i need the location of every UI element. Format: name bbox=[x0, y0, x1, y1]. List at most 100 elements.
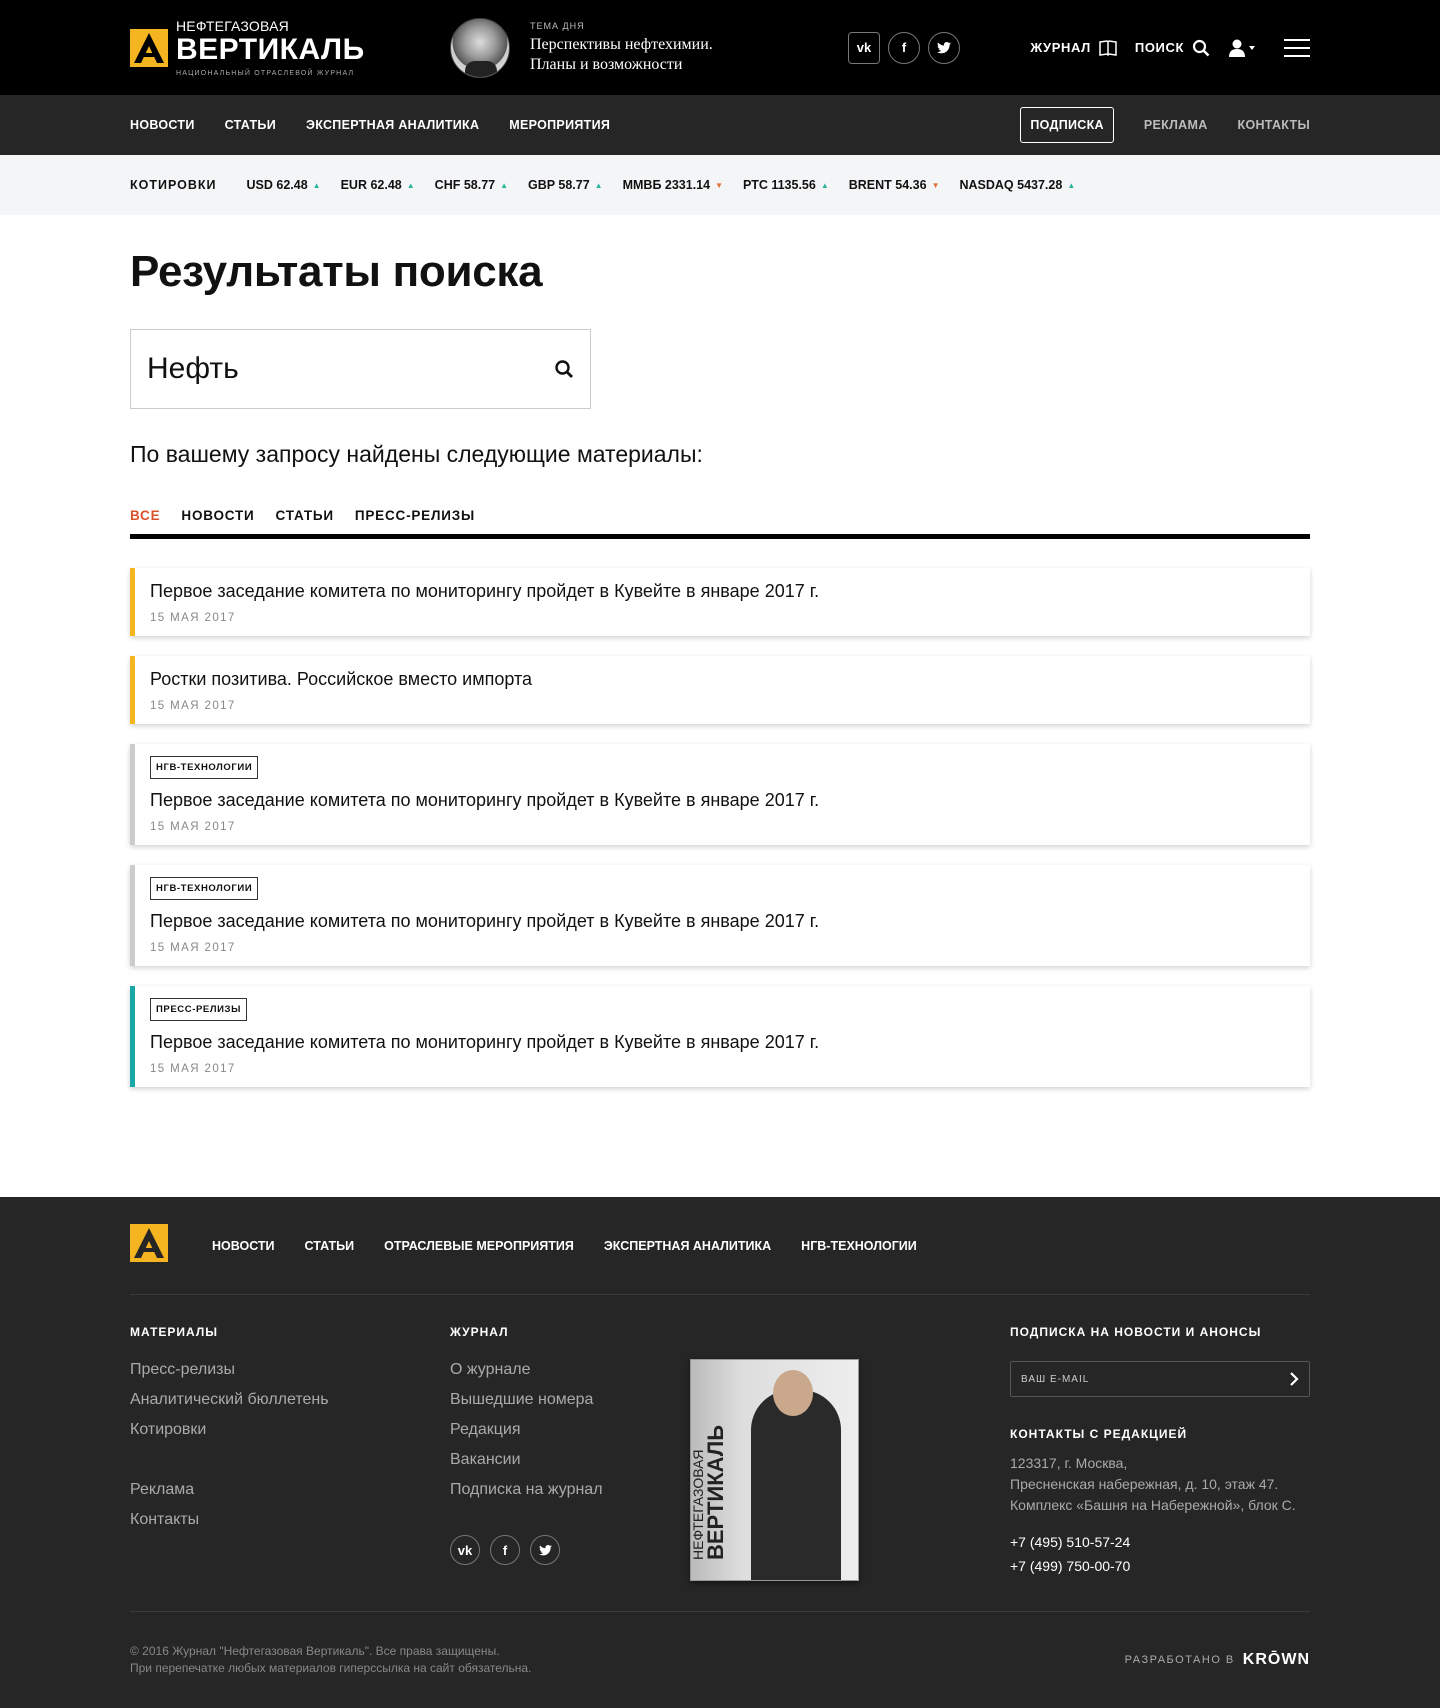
tab-all[interactable]: ВСЕ bbox=[130, 508, 160, 523]
top-header: НЕФТЕГАЗОВАЯ ВЕРТИКАЛЬ НАЦИОНАЛЬНЫЙ ОТРА… bbox=[0, 0, 1440, 95]
footer-link-contacts[interactable]: Контакты bbox=[130, 1511, 450, 1529]
search-icon[interactable] bbox=[554, 359, 574, 379]
logo-mark-icon bbox=[130, 28, 168, 67]
footer-link-quotes[interactable]: Котировки bbox=[130, 1421, 450, 1439]
footer-nav-technologies[interactable]: НГВ-ТЕХНОЛОГИИ bbox=[801, 1239, 917, 1253]
book-icon bbox=[1099, 39, 1117, 56]
tab-press-releases[interactable]: ПРЕСС-РЕЛИЗЫ bbox=[355, 508, 475, 523]
tab-news[interactable]: НОВОСТИ bbox=[181, 508, 254, 523]
result-card[interactable]: Ростки позитива. Российское вместо импор… bbox=[130, 656, 1310, 724]
phone-2[interactable]: +7 (499) 750-00-70 bbox=[1010, 1554, 1310, 1578]
logo-small-text: НЕФТЕГАЗОВАЯ bbox=[176, 17, 289, 34]
result-date: 15 МАЯ 2017 bbox=[150, 700, 236, 712]
address-line: Пресненская набережная, д. 10, этаж 47. bbox=[1010, 1476, 1279, 1492]
footer-link-vacancies[interactable]: Вакансии bbox=[450, 1451, 690, 1469]
journal-cover-image[interactable]: НЕФТЕГАЗОВАЯ ВЕРТИКАЛЬ bbox=[690, 1359, 859, 1581]
nav-item-contacts[interactable]: КОНТАКТЫ bbox=[1238, 118, 1310, 132]
twitter-icon[interactable] bbox=[928, 31, 960, 64]
footer-nav-analytics[interactable]: ЭКСПЕРТНАЯ АНАЛИТИКА bbox=[604, 1239, 771, 1253]
cover-title-big: ВЕРТИКАЛЬ bbox=[703, 1424, 728, 1560]
result-card[interactable]: НГВ-ТЕХНОЛОГИИ Первое заседание комитета… bbox=[130, 744, 1310, 845]
footer-link-ads[interactable]: Реклама bbox=[130, 1481, 450, 1499]
arrow-down-icon: ▼ bbox=[931, 180, 940, 190]
footer-logo-icon[interactable] bbox=[130, 1224, 168, 1267]
main-nav: НОВОСТИ СТАТЬИ ЭКСПЕРТНАЯ АНАЛИТИКА МЕРО… bbox=[0, 95, 1440, 155]
result-title[interactable]: Первое заседание комитета по мониторингу… bbox=[150, 1031, 1294, 1053]
email-field[interactable]: ВАШ E-MAIL bbox=[1010, 1361, 1310, 1397]
footer-link-about[interactable]: О журнале bbox=[450, 1361, 690, 1379]
arrow-up-icon: ▲ bbox=[820, 180, 829, 190]
search-input[interactable] bbox=[147, 352, 507, 386]
arrow-up-icon: ▲ bbox=[406, 180, 415, 190]
editorial-address: 123317, г. Москва, Пресненская набережна… bbox=[1010, 1453, 1310, 1516]
result-date: 15 МАЯ 2017 bbox=[150, 821, 236, 833]
journal-link[interactable]: ЖУРНАЛ bbox=[1030, 39, 1117, 56]
vk-icon[interactable]: vk bbox=[450, 1535, 480, 1565]
search-icon bbox=[1192, 39, 1210, 56]
site-logo[interactable]: НЕФТЕГАЗОВАЯ ВЕРТИКАЛЬ НАЦИОНАЛЬНЫЙ ОТРА… bbox=[130, 19, 450, 77]
page-title: Результаты поиска bbox=[130, 247, 543, 296]
chevron-right-icon[interactable] bbox=[1289, 1372, 1299, 1386]
footer-link-subscription[interactable]: Подписка на журнал bbox=[450, 1481, 690, 1499]
arrow-up-icon: ▲ bbox=[312, 180, 321, 190]
user-menu[interactable] bbox=[1228, 39, 1256, 57]
topic-title[interactable]: Перспективы нефтехимии. Планы и возможно… bbox=[530, 35, 713, 75]
result-card[interactable]: НГВ-ТЕХНОЛОГИИ Первое заседание комитета… bbox=[130, 865, 1310, 966]
subscribe-button[interactable]: ПОДПИСКА bbox=[1020, 107, 1114, 143]
topic-of-day[interactable]: ТЕМА ДНЯ Перспективы нефтехимии. Планы и… bbox=[450, 17, 848, 78]
email-placeholder: ВАШ E-MAIL bbox=[1021, 1373, 1090, 1385]
footer-nav-events[interactable]: ОТРАСЛЕВЫЕ МЕРОПРИЯТИЯ bbox=[384, 1239, 574, 1253]
footer-link-editorial[interactable]: Редакция bbox=[450, 1421, 690, 1439]
result-tabs: ВСЕ НОВОСТИ СТАТЬИ ПРЕСС-РЕЛИЗЫ bbox=[130, 508, 1310, 539]
result-title[interactable]: Первое заседание комитета по мониторингу… bbox=[150, 580, 1294, 602]
search-box bbox=[130, 329, 591, 409]
results-list: Первое заседание комитета по мониторингу… bbox=[130, 568, 1310, 1087]
result-title[interactable]: Первое заседание комитета по мониторингу… bbox=[150, 910, 1294, 932]
main-content: Результаты поиска По вашему запросу найд… bbox=[130, 247, 1310, 1087]
address-line: 123317, г. Москва, bbox=[1010, 1455, 1128, 1471]
developer-label: РАЗРАБОТАНО В bbox=[1124, 1653, 1235, 1666]
quote-value: BRENT 54.36 bbox=[848, 178, 927, 192]
nav-item-analytics[interactable]: ЭКСПЕРТНАЯ АНАЛИТИКА bbox=[306, 118, 479, 132]
logo-subtitle: НАЦИОНАЛЬНЫЙ ОТРАСЛЕВОЙ ЖУРНАЛ bbox=[176, 69, 355, 77]
footer-link-bulletin[interactable]: Аналитический бюллетень bbox=[130, 1391, 450, 1409]
arrow-down-icon: ▼ bbox=[715, 180, 724, 190]
menu-icon[interactable] bbox=[1284, 38, 1310, 57]
tab-articles[interactable]: СТАТЬИ bbox=[276, 508, 334, 523]
journal-label: ЖУРНАЛ bbox=[1030, 40, 1091, 55]
materials-heading: МАТЕРИАЛЫ bbox=[130, 1325, 219, 1339]
topic-photo bbox=[450, 17, 510, 78]
nav-item-articles[interactable]: СТАТЬИ bbox=[225, 118, 276, 132]
copyright: © 2016 Журнал "Нефтегазовая Вертикаль". … bbox=[130, 1643, 531, 1677]
result-tag[interactable]: ПРЕСС-РЕЛИЗЫ bbox=[150, 998, 248, 1021]
developer-logo: KRŌWN bbox=[1242, 1650, 1310, 1668]
nav-item-news[interactable]: НОВОСТИ bbox=[130, 118, 195, 132]
result-tag[interactable]: НГВ-ТЕХНОЛОГИИ bbox=[150, 877, 259, 900]
topic-title-line2: Планы и возможности bbox=[530, 55, 683, 73]
footer-link-issues[interactable]: Вышедшие номера bbox=[450, 1391, 690, 1409]
topic-title-line1: Перспективы нефтехимии. bbox=[530, 35, 713, 53]
twitter-icon[interactable] bbox=[530, 1535, 560, 1565]
facebook-icon[interactable]: f bbox=[888, 31, 920, 64]
result-card[interactable]: ПРЕСС-РЕЛИЗЫ Первое заседание комитета п… bbox=[130, 986, 1310, 1087]
search-link[interactable]: ПОИСК bbox=[1135, 39, 1210, 57]
result-tag[interactable]: НГВ-ТЕХНОЛОГИИ bbox=[150, 756, 259, 779]
vk-icon[interactable]: vk bbox=[848, 31, 880, 64]
quote-value: NASDAQ 5437.28 bbox=[959, 178, 1063, 192]
footer-link-press[interactable]: Пресс-релизы bbox=[130, 1361, 450, 1379]
result-date: 15 МАЯ 2017 bbox=[150, 1063, 236, 1075]
quote-item: BRENT 54.36 ▼ bbox=[849, 178, 940, 192]
nav-item-ads[interactable]: РЕКЛАМА bbox=[1144, 118, 1208, 132]
facebook-icon[interactable]: f bbox=[490, 1535, 520, 1565]
result-date: 15 МАЯ 2017 bbox=[150, 612, 236, 624]
result-title[interactable]: Ростки позитива. Российское вместо импор… bbox=[150, 668, 1294, 690]
arrow-up-icon: ▲ bbox=[500, 180, 509, 190]
phone-1[interactable]: +7 (495) 510-57-24 bbox=[1010, 1530, 1310, 1554]
result-title[interactable]: Первое заседание комитета по мониторингу… bbox=[150, 789, 1294, 811]
nav-item-events[interactable]: МЕРОПРИЯТИЯ bbox=[509, 118, 610, 132]
result-card[interactable]: Первое заседание комитета по мониторингу… bbox=[130, 568, 1310, 636]
footer-nav-articles[interactable]: СТАТЬИ bbox=[305, 1239, 355, 1253]
footer-nav-news[interactable]: НОВОСТИ bbox=[212, 1239, 275, 1253]
subscribe-heading: ПОДПИСКА НА НОВОСТИ И АНОНСЫ bbox=[1010, 1325, 1262, 1339]
developer-credit[interactable]: РАЗРАБОТАНО В KRŌWN bbox=[1125, 1651, 1310, 1669]
